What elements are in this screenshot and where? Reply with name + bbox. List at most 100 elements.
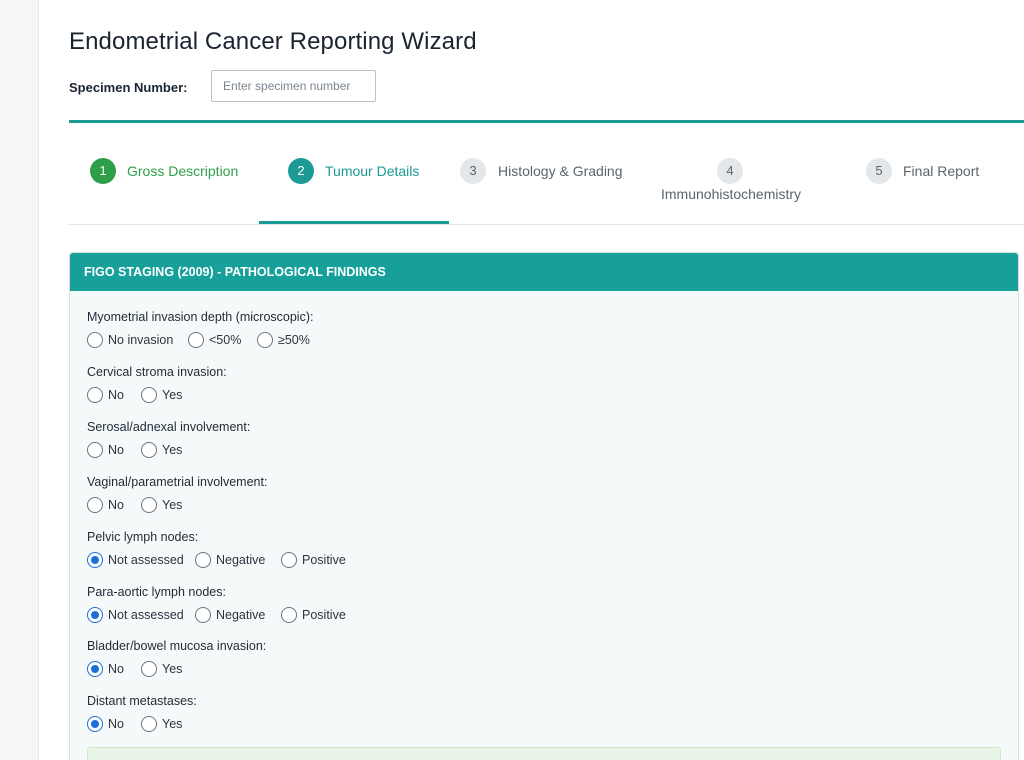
question-label: Para-aortic lymph nodes: [87,585,226,599]
step-number-badge: 3 [460,158,486,184]
step-immunohistochemistry[interactable]: 4 Immunohistochemistry [659,123,809,225]
specimen-number-label: Specimen Number: [69,80,188,95]
figo-staging-card: FIGO STAGING (2009) - PATHOLOGICAL FINDI… [69,252,1019,760]
step-label: Final Report [903,163,980,179]
radio-option-less-50[interactable]: <50% [188,329,241,351]
radio-button[interactable] [87,332,103,348]
question-label: Pelvic lymph nodes: [87,530,199,544]
option-label: No [108,498,124,512]
option-label: Yes [162,717,183,731]
radio-option-yes[interactable]: Yes [141,494,182,516]
radio-button-selected[interactable] [87,716,103,732]
radio-button[interactable] [195,552,211,568]
question-distant-metastases: Distant metastases: No Yes [87,691,197,735]
step-label: Histology & Grading [498,163,623,179]
step-label: Immunohistochemistry [661,186,802,202]
radio-button[interactable] [281,552,297,568]
option-label: No invasion [108,333,174,347]
radio-group: No Yes [87,439,250,461]
left-sidebar [0,0,39,760]
radio-button[interactable] [141,387,157,403]
option-label: No [108,388,124,402]
radio-option-no[interactable]: No [87,384,124,406]
option-label: Positive [302,608,346,622]
option-label: Yes [162,388,183,402]
question-para-aortic-lymph-nodes: Para-aortic lymph nodes: Not assessed Ne… [87,582,346,626]
radio-option-no[interactable]: No [87,658,124,680]
step-number-badge: 4 [717,158,743,184]
radio-button[interactable] [141,661,157,677]
question-myometrial-invasion: Myometrial invasion depth (microscopic):… [87,307,313,351]
radio-group: No Yes [87,494,267,516]
step-gross-description[interactable]: 1 Gross Description [89,123,259,225]
radio-option-no[interactable]: No [87,494,124,516]
question-label: Cervical stroma invasion: [87,365,227,379]
radio-option-gte-50[interactable]: ≥50% [257,329,310,351]
radio-button[interactable] [87,442,103,458]
stage-result-box [87,747,1001,760]
page-title: Endometrial Cancer Reporting Wizard [69,28,477,55]
option-label: No [108,717,124,731]
option-label: Yes [162,662,183,676]
radio-button[interactable] [141,497,157,513]
question-pelvic-lymph-nodes: Pelvic lymph nodes: Not assessed Negativ… [87,527,346,571]
step-label: Tumour Details [325,163,420,179]
option-label: Yes [162,443,183,457]
radio-button-selected[interactable] [87,607,103,623]
wizard-main: Endometrial Cancer Reporting Wizard Spec… [69,0,1024,760]
radio-button[interactable] [141,716,157,732]
question-label: Bladder/bowel mucosa invasion: [87,639,267,653]
radio-option-not-assessed[interactable]: Not assessed [87,604,184,626]
radio-option-not-assessed[interactable]: Not assessed [87,549,184,571]
radio-option-yes[interactable]: Yes [141,439,182,461]
radio-button-selected[interactable] [87,552,103,568]
radio-option-no[interactable]: No [87,439,124,461]
radio-option-yes[interactable]: Yes [141,658,182,680]
question-label: Vaginal/parametrial involvement: [87,475,268,489]
radio-option-no-invasion[interactable]: No invasion [87,329,173,351]
radio-option-yes[interactable]: Yes [141,713,182,735]
question-serosal-adnexal: Serosal/adnexal involvement: No Yes [87,417,250,461]
question-vaginal-parametrial: Vaginal/parametrial involvement: No Yes [87,472,267,516]
radio-button[interactable] [281,607,297,623]
question-label: Serosal/adnexal involvement: [87,420,251,434]
step-number-badge: 1 [90,158,116,184]
radio-group: No Yes [87,384,227,406]
step-label: Gross Description [127,163,239,179]
option-label: Negative [216,553,266,567]
radio-option-negative[interactable]: Negative [195,604,265,626]
step-number-badge: 2 [288,158,314,184]
step-final-report[interactable]: 5 Final Report [866,123,1016,225]
radio-button[interactable] [141,442,157,458]
step-number-badge: 5 [866,158,892,184]
radio-button[interactable] [87,387,103,403]
question-label: Distant metastases: [87,694,197,708]
specimen-number-input[interactable] [211,70,376,102]
step-histology-grading[interactable]: 3 Histology & Grading [460,123,640,225]
question-bladder-bowel-invasion: Bladder/bowel mucosa invasion: No Yes [87,636,266,680]
radio-button[interactable] [87,497,103,513]
question-cervical-stroma: Cervical stroma invasion: No Yes [87,362,227,406]
step-tumour-details[interactable]: 2 Tumour Details [287,123,447,225]
radio-group: Not assessed Negative Positive [87,604,346,626]
radio-option-no[interactable]: No [87,713,124,735]
radio-button[interactable] [257,332,273,348]
card-header: FIGO STAGING (2009) - PATHOLOGICAL FINDI… [70,253,1018,291]
radio-option-yes[interactable]: Yes [141,384,182,406]
wizard-steps: 1 Gross Description 2 Tumour Details 3 H… [69,123,1024,225]
option-label: Not assessed [108,608,184,622]
radio-option-negative[interactable]: Negative [195,549,265,571]
active-step-indicator [259,221,449,224]
radio-group: Not assessed Negative Positive [87,549,346,571]
radio-option-positive[interactable]: Positive [281,604,346,626]
radio-group: No Yes [87,658,266,680]
radio-button-selected[interactable] [87,661,103,677]
option-label: Not assessed [108,553,184,567]
radio-button[interactable] [188,332,204,348]
radio-option-positive[interactable]: Positive [281,549,346,571]
option-label: <50% [209,333,242,347]
option-label: No [108,443,124,457]
option-label: ≥50% [278,333,310,347]
option-label: No [108,662,124,676]
radio-button[interactable] [195,607,211,623]
